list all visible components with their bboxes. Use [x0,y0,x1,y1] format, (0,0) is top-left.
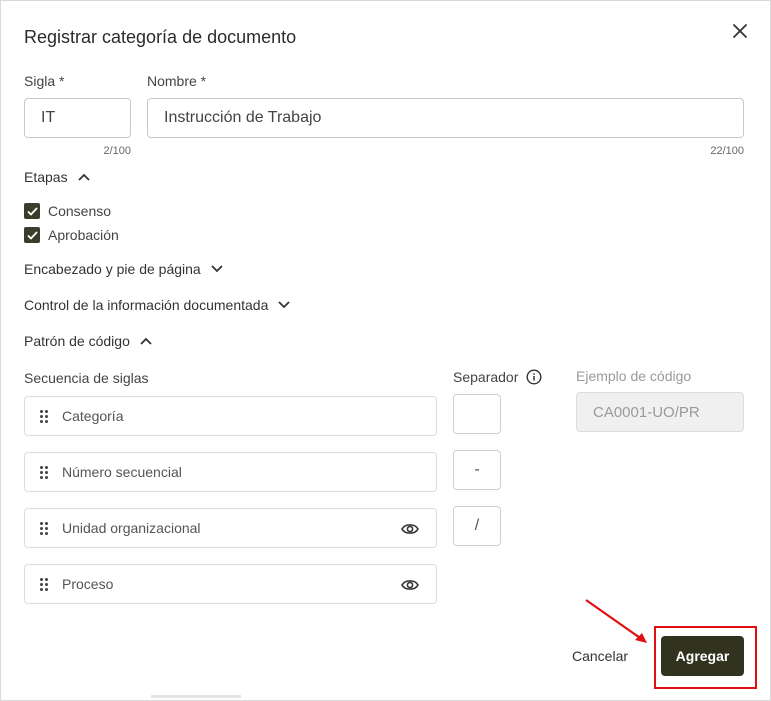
separator-header: Separador [453,369,542,385]
etapa-label: Aprobación [48,227,119,243]
close-icon[interactable] [728,19,752,43]
nombre-label: Nombre * [147,73,207,89]
sequence-item-label: Unidad organizacional [62,520,201,536]
checkbox-checked[interactable] [24,227,40,243]
drag-handle-icon[interactable] [40,409,50,423]
drag-handle-icon[interactable] [40,521,50,535]
eye-icon[interactable] [401,576,419,594]
example-code-field: CA0001-UO/PR [576,392,744,432]
control-label: Control de la información documentada [24,297,269,313]
patron-label: Patrón de código [24,333,130,349]
drag-handle-icon[interactable] [40,465,50,479]
nombre-input[interactable] [164,99,743,137]
sigla-input[interactable] [41,99,130,137]
background-residue [151,695,241,698]
chevron-down-icon [211,262,225,276]
add-button[interactable]: Agregar [661,636,744,676]
sequence-label: Secuencia de siglas [24,370,149,386]
sequence-item-proceso[interactable]: Proceso [24,564,437,604]
eye-icon[interactable] [401,520,419,538]
info-icon[interactable] [526,369,542,385]
etapas-toggle[interactable]: Etapas [24,169,92,185]
chevron-up-icon [77,170,92,184]
sigla-label: Sigla * [24,73,65,89]
sigla-field[interactable] [24,98,131,138]
etapas-label: Etapas [24,169,68,185]
sequence-item-label: Categoría [62,408,124,424]
sigla-counter: 2/100 [103,145,131,157]
register-category-dialog: Registrar categoría de documento Sigla *… [0,0,771,701]
checkbox-checked[interactable] [24,203,40,219]
annotation-arrow [585,599,647,643]
nombre-counter: 22/100 [710,145,744,157]
etapa-aprobacion[interactable]: Aprobación [24,227,119,243]
etapa-label: Consenso [48,203,112,219]
dialog-title: Registrar categoría de documento [24,27,297,47]
chevron-down-icon [278,298,292,312]
separator-input[interactable]: - [453,450,501,490]
chevron-up-icon [140,334,154,348]
example-label: Ejemplo de código [576,368,692,384]
nombre-field[interactable] [147,98,744,138]
sequence-item-label: Número secuencial [62,464,182,480]
etapa-consenso[interactable]: Consenso [24,203,111,219]
encabezado-toggle[interactable]: Encabezado y pie de página [24,261,225,277]
sequence-item-unidad[interactable]: Unidad organizacional [24,508,437,548]
encabezado-label: Encabezado y pie de página [24,261,201,277]
drag-handle-icon[interactable] [40,577,50,591]
sequence-item-label: Proceso [62,576,114,592]
sequence-item-numero[interactable]: Número secuencial [24,452,437,492]
patron-toggle[interactable]: Patrón de código [24,333,154,349]
separator-label: Separador [453,369,519,385]
separator-input[interactable] [453,394,501,434]
control-toggle[interactable]: Control de la información documentada [24,297,292,313]
separator-input[interactable]: / [453,506,501,546]
sequence-item-categoria[interactable]: Categoría [24,396,437,436]
